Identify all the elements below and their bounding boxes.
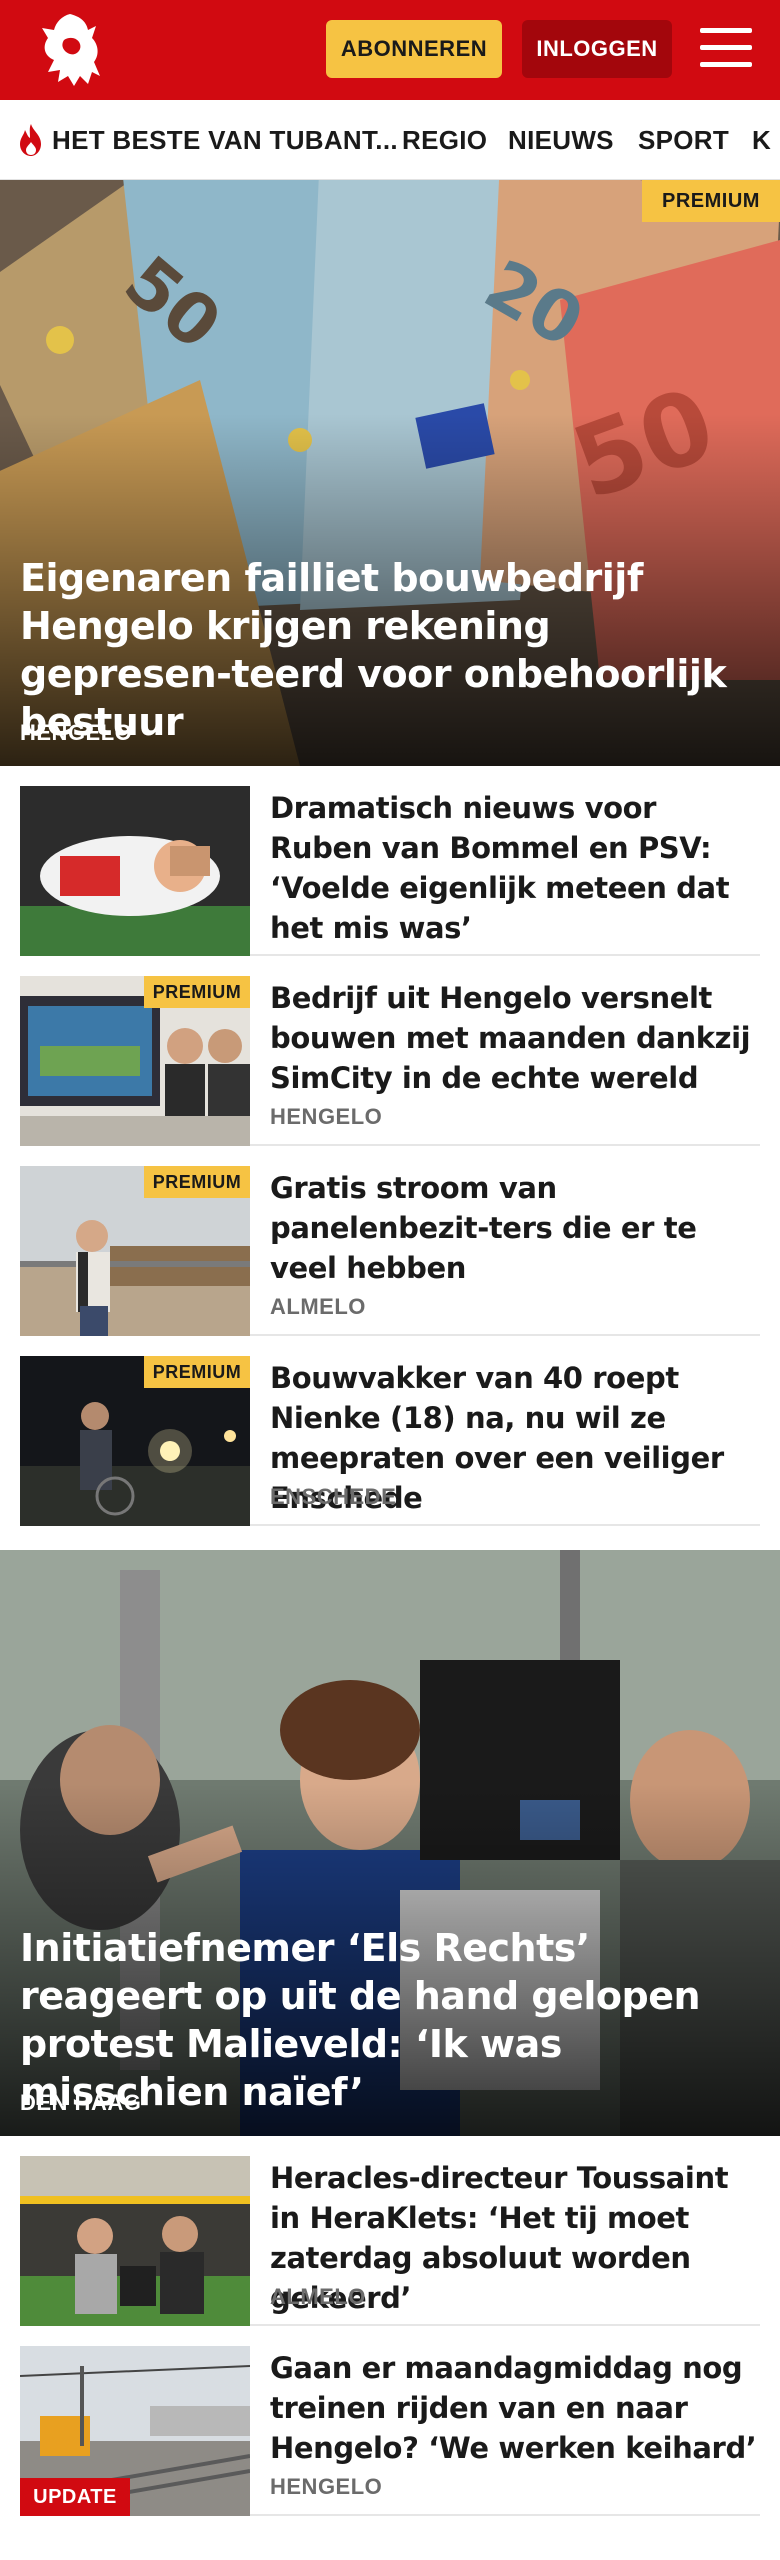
- list-item[interactable]: PREMIUM Gratis stroom van panelenbezit-t…: [20, 1166, 760, 1336]
- article-location: HENGELO: [270, 1104, 383, 1129]
- premium-badge: PREMIUM: [144, 1166, 250, 1198]
- hero-article-2[interactable]: Initiatiefnemer ‘Els Rechts’ reageert op…: [0, 1550, 780, 2136]
- hero-article-title[interactable]: Eigenaren failliet bouwbedrijf Hengelo k…: [20, 554, 750, 746]
- article-thumbnail: PREMIUM: [20, 976, 250, 1146]
- login-button[interactable]: INLOGGEN: [522, 20, 672, 78]
- section-nav: HET BESTE VAN TUBANT... REGIO NIEUWS SPO…: [0, 100, 780, 180]
- tubantia-horse-logo-icon[interactable]: [34, 10, 106, 90]
- premium-badge: PREMIUM: [642, 180, 780, 222]
- hero-article-location: DEN HAAG: [20, 2090, 142, 2115]
- update-badge: UPDATE: [20, 2478, 130, 2516]
- nav-item-best-of[interactable]: HET BESTE VAN TUBANT...: [16, 100, 398, 179]
- article-title[interactable]: Gratis stroom van panelenbezit-ters die …: [270, 1168, 760, 1288]
- article-title[interactable]: Dramatisch nieuws voor Ruben van Bommel …: [270, 788, 760, 948]
- nav-item-sport[interactable]: SPORT: [638, 100, 729, 179]
- flame-icon: [20, 124, 41, 156]
- nav-item-label: HET BESTE VAN TUBANT...: [52, 124, 398, 155]
- nav-item-more[interactable]: K: [752, 100, 771, 179]
- list-item[interactable]: Dramatisch nieuws voor Ruben van Bommel …: [20, 786, 760, 956]
- list-item[interactable]: PREMIUM Bedrijf uit Hengelo versnelt bou…: [20, 976, 760, 1146]
- article-location: ALMELO: [270, 1294, 366, 1319]
- subscribe-button[interactable]: ABONNEREN: [326, 20, 502, 78]
- hero-article-title[interactable]: Initiatiefnemer ‘Els Rechts’ reageert op…: [20, 1924, 750, 2116]
- list-item[interactable]: PREMIUM Bouwvakker van 40 roept Nienke (…: [20, 1356, 760, 1526]
- article-location: HENGELO: [270, 2474, 383, 2499]
- menu-icon[interactable]: [700, 26, 752, 70]
- article-thumbnail: UPDATE: [20, 2346, 250, 2516]
- article-thumbnail: [20, 786, 250, 956]
- article-thumbnail: [20, 2156, 250, 2326]
- article-location: ALMELO: [270, 2284, 366, 2309]
- article-location: ENSCHEDE: [270, 1484, 397, 1509]
- list-item[interactable]: UPDATE Gaan er maandagmiddag nog treinen…: [20, 2346, 760, 2516]
- list-item[interactable]: Heracles-directeur Toussaint in HeraKlet…: [20, 2156, 760, 2326]
- hero-article-1[interactable]: 50 20 50 PREMIUM Eigenaren failliet bouw…: [0, 180, 780, 766]
- article-thumbnail: PREMIUM: [20, 1356, 250, 1526]
- article-thumbnail: PREMIUM: [20, 1166, 250, 1336]
- hero-article-location: HENGELO: [20, 720, 133, 745]
- article-title[interactable]: Bedrijf uit Hengelo versnelt bouwen met …: [270, 978, 760, 1098]
- article-title[interactable]: Gaan er maandagmiddag nog treinen rijden…: [270, 2348, 760, 2468]
- premium-badge: PREMIUM: [144, 1356, 250, 1388]
- nav-item-regio[interactable]: REGIO: [402, 100, 487, 179]
- premium-badge: PREMIUM: [144, 976, 250, 1008]
- nav-item-nieuws[interactable]: NIEUWS: [508, 100, 614, 179]
- site-header: ABONNEREN INLOGGEN: [0, 0, 780, 100]
